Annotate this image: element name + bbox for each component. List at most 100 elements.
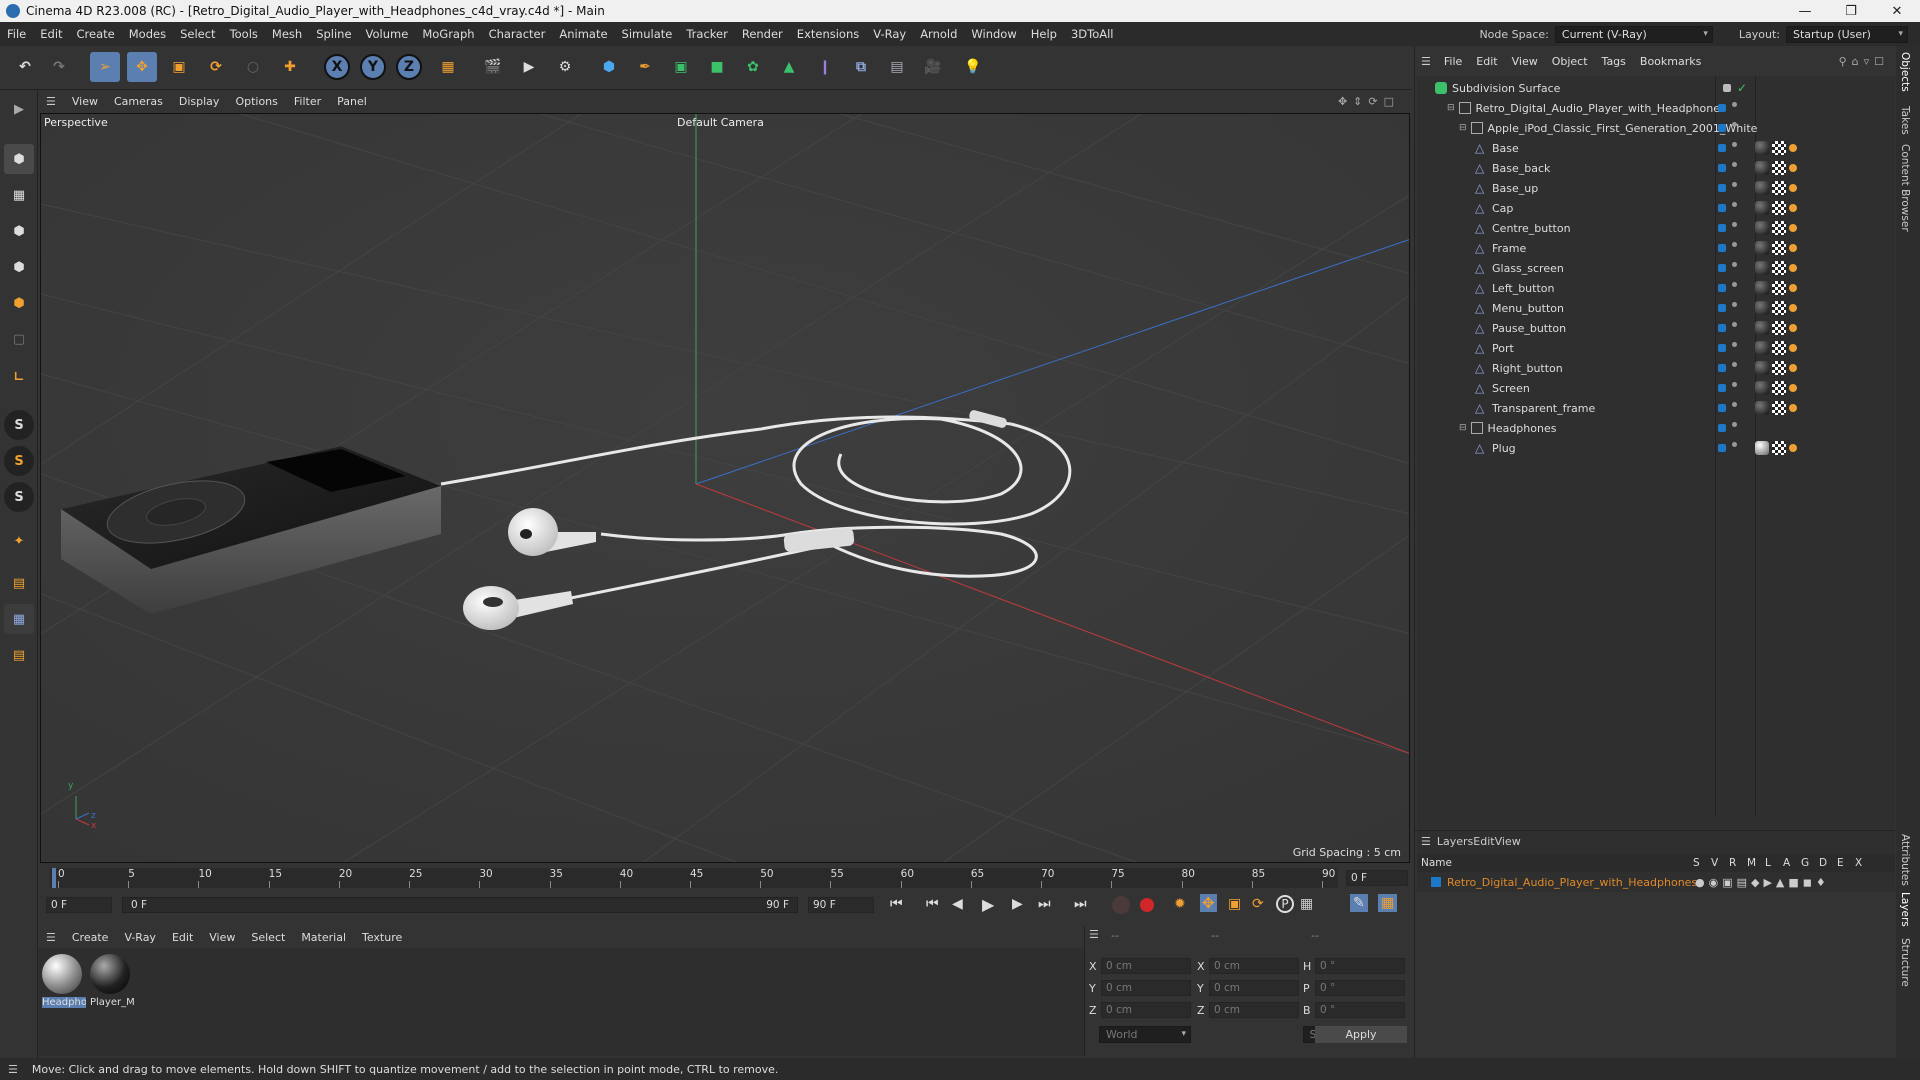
uvw-tag-icon[interactable] [1772,321,1786,335]
size-z-field[interactable]: 0 cm [1209,1002,1299,1018]
magnet-icon[interactable]: ✦ [4,526,34,556]
object-row[interactable]: ⊟ Retro_Digital_Audio_Player_with_Headph… [1417,98,1895,118]
material-tag-icon[interactable] [1755,241,1769,255]
key-rotation-icon[interactable]: ⟳ [1252,896,1264,912]
material-menu-edit[interactable]: Edit [164,931,201,944]
object-row[interactable]: △ Plug [1417,438,1895,458]
dope-sheet-icon[interactable]: ▦ [1378,894,1398,912]
vray-tag-icon[interactable] [1789,204,1797,212]
play-icon[interactable]: ▶ [982,895,994,914]
material-menu-select[interactable]: Select [243,931,293,944]
coordinate-space-select[interactable]: World ▾ [1099,1026,1191,1043]
uvw-tag-icon[interactable] [1772,341,1786,355]
layer-flag-header[interactable]: G [1801,857,1819,869]
menu-window[interactable]: Window [964,27,1023,41]
polygons-mode-icon[interactable]: ⬢ [4,288,34,318]
undo-icon[interactable]: ↶ [10,52,40,82]
vray-tag-icon[interactable] [1789,224,1797,232]
layer-row[interactable]: Retro_Digital_Audio_Player_with_Headphon… [1417,872,1895,892]
uvw-tag-icon[interactable] [1772,141,1786,155]
camera-icon[interactable]: 🎥 [918,52,948,82]
material-menu-view[interactable]: View [201,931,243,944]
menu-3dtoall[interactable]: 3DToAll [1064,27,1121,41]
layer-flag-header[interactable]: L [1765,857,1783,869]
material-menu-vray[interactable]: V-Ray [116,931,164,944]
x-axis-icon[interactable]: X [324,54,350,80]
visibility-dot-icon[interactable] [1732,382,1737,387]
vray-tag-icon[interactable] [1789,184,1797,192]
autokey-icon[interactable] [1112,896,1130,914]
workplane-snap-icon[interactable]: S [4,482,34,512]
visibility-dot-icon[interactable] [1732,182,1737,187]
material-tag-icon[interactable] [1755,341,1769,355]
viewport-menu-panel[interactable]: Panel [329,95,375,108]
menu-volume[interactable]: Volume [359,27,416,41]
layer-flag-header[interactable]: S [1693,857,1711,869]
goto-start-icon[interactable]: ⏮ [890,896,903,912]
tab-layers[interactable]: Layers [1899,892,1911,927]
vray-tag-icon[interactable] [1789,164,1797,172]
3d-viewport[interactable]: Perspective Default Camera Grid Spacing … [40,113,1410,863]
layout-select[interactable]: Startup (User) ▾ [1786,25,1908,43]
menu-simulate[interactable]: Simulate [615,27,680,41]
visibility-dot-icon[interactable] [1732,342,1737,347]
material-swatch-headphones[interactable]: Headphones [42,954,86,1016]
object-row[interactable]: Subdivision Surface ✓ [1417,78,1895,98]
visibility-dot-icon[interactable] [1732,162,1737,167]
uvw-tag-icon[interactable] [1772,301,1786,315]
menu-mograph[interactable]: MoGraph [415,27,481,41]
material-menu-material[interactable]: Material [293,931,354,944]
snap-icon[interactable]: S [4,410,34,440]
move-tool-icon[interactable]: ✥ [127,52,157,82]
checkmark-icon[interactable]: ✓ [1737,81,1747,95]
layer-flag-header[interactable]: R [1729,857,1747,869]
close-button[interactable]: ✕ [1874,0,1920,22]
material-tag-icon[interactable] [1755,381,1769,395]
layer-flag-header[interactable]: E [1837,857,1855,869]
size-x-field[interactable]: 0 cm [1209,958,1299,974]
menu-vray[interactable]: V-Ray [866,27,913,41]
frame-range-slider[interactable]: 0 F 90 F [122,897,798,913]
position-x-field[interactable]: 0 cm [1101,958,1191,974]
key-position-icon[interactable]: ✥ [1200,894,1217,912]
layer-flag-icons[interactable]: ●◉▣▤◆▶▲■◼♦ [1695,876,1830,889]
object-menu-edit[interactable]: Edit [1469,55,1504,68]
menu-spline[interactable]: Spline [309,27,358,41]
object-row[interactable]: △ Frame [1417,238,1895,258]
cube-icon[interactable]: ⬢ [594,52,624,82]
visibility-dot-icon[interactable] [1732,102,1737,107]
material-tag-icon[interactable] [1755,401,1769,415]
transform-tool-icon[interactable]: ✚ [275,52,305,82]
mograph-icon[interactable]: ▲ [774,52,804,82]
material-tag-icon[interactable] [1755,181,1769,195]
menu-create[interactable]: Create [70,27,122,41]
select-tool-icon[interactable]: ➢ [90,52,120,82]
position-z-field[interactable]: 0 cm [1101,1002,1191,1018]
uvw-tag-icon[interactable] [1772,361,1786,375]
material-menu-create[interactable]: Create [64,931,117,944]
light-icon[interactable]: 💡 [958,52,988,82]
object-row[interactable]: △ Transparent_frame [1417,398,1895,418]
vray-tag-icon[interactable] [1789,284,1797,292]
visibility-dot-icon[interactable] [1732,262,1737,267]
vray-tag-icon[interactable] [1789,144,1797,152]
points-mode-icon[interactable]: ⬢ [4,216,34,246]
uvw-tag-icon[interactable] [1772,281,1786,295]
vray-tag-icon[interactable] [1789,444,1797,452]
hamburger-icon[interactable]: ☰ [1421,835,1431,848]
object-menu-view[interactable]: View [1505,55,1545,68]
object-row[interactable]: △ Glass_screen [1417,258,1895,278]
visibility-dot-icon[interactable] [1732,422,1737,427]
tab-takes[interactable]: Takes [1899,106,1911,135]
apply-button[interactable]: Apply [1315,1026,1407,1043]
hamburger-icon[interactable]: ☰ [46,95,56,108]
snap-settings-icon[interactable]: S [4,446,34,476]
vray-tag-icon[interactable] [1789,244,1797,252]
vray-tag-icon[interactable] [1789,304,1797,312]
menu-extensions[interactable]: Extensions [790,27,866,41]
vray-tag-icon[interactable] [1789,404,1797,412]
rotation-b-field[interactable]: 0 ° [1315,1002,1405,1018]
position-y-field[interactable]: 0 cm [1101,980,1191,996]
coordinate-system-icon[interactable]: ▦ [433,52,463,82]
next-key-icon[interactable]: ⏭ [1038,896,1051,912]
